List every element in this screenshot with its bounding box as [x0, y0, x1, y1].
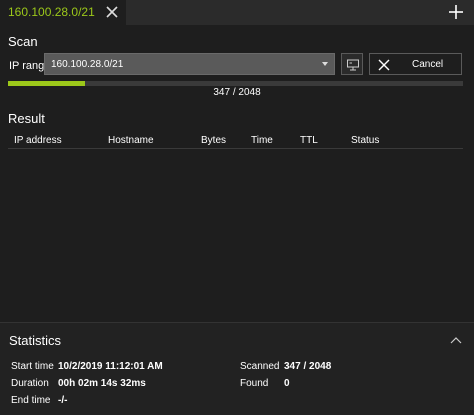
column-header-bytes[interactable]: Bytes: [201, 135, 226, 146]
column-header-ttl[interactable]: TTL: [300, 135, 318, 146]
tab-scan[interactable]: 160.100.28.0/21: [0, 0, 126, 25]
scan-progress-text: 347 / 2048: [213, 87, 261, 98]
duration-value: 00h 02m 14s 32ms: [58, 378, 146, 389]
column-header-status[interactable]: Status: [351, 135, 379, 146]
duration-label: Duration: [11, 378, 49, 389]
ip-range-value: 160.100.28.0/21: [51, 59, 124, 70]
column-header-hostname[interactable]: Hostname: [108, 135, 154, 146]
result-section-title: Result: [8, 111, 45, 126]
tab-strip: 160.100.28.0/21: [0, 0, 474, 25]
statistics-section-title: Statistics: [9, 333, 62, 348]
start-time-value: 10/2/2019 11:12:01 AM: [58, 361, 163, 372]
start-time-label: Start time: [11, 361, 54, 372]
cancel-button[interactable]: Cancel: [369, 53, 462, 75]
column-header-ip-address[interactable]: IP address: [14, 135, 62, 146]
end-time-label: End time: [11, 395, 51, 406]
chevron-up-icon[interactable]: [449, 332, 463, 344]
scan-progress-bar: [8, 81, 463, 86]
scanned-value: 347 / 2048: [284, 361, 332, 372]
chevron-down-icon: [322, 62, 328, 66]
end-time-value: -/-: [58, 395, 68, 406]
scanned-label: Scanned: [240, 361, 280, 372]
found-label: Found: [240, 378, 269, 389]
close-icon: [377, 58, 391, 72]
monitor-button[interactable]: [341, 53, 363, 75]
scan-section-title: Scan: [8, 34, 38, 49]
scan-progress-fill: [8, 81, 85, 86]
monitor-icon: [346, 58, 360, 72]
tab-title: 160.100.28.0/21: [8, 5, 95, 19]
cancel-label: Cancel: [412, 59, 444, 70]
result-list[interactable]: [8, 149, 463, 314]
close-icon[interactable]: [104, 4, 120, 20]
column-header-time[interactable]: Time: [251, 135, 273, 146]
found-value: 0: [284, 378, 290, 389]
ip-range-select[interactable]: 160.100.28.0/21: [44, 53, 335, 75]
plus-icon[interactable]: [448, 4, 464, 20]
